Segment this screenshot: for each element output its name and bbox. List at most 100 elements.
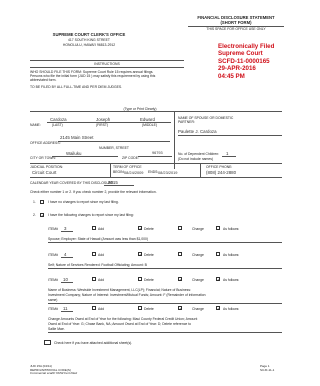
ends-value[interactable]: 08/23/2019 — [158, 170, 177, 175]
add-checkbox[interactable] — [92, 226, 96, 230]
as-follows-label: As follows: — [223, 252, 240, 257]
delete-checkbox[interactable]: ✓ — [138, 252, 142, 257]
add-checkbox[interactable] — [92, 306, 96, 310]
item-detail-line-2: Investment Company; Nature of Interest: … — [48, 293, 206, 297]
begin-value[interactable]: 08/24/2009 — [124, 170, 143, 175]
item-label: ITEM# — [48, 226, 58, 231]
stamp-line-4: 29-APR-2016 — [218, 65, 256, 73]
change-checkbox[interactable]: ✓ — [178, 306, 182, 311]
office-use-note: THIS SPACE FOR OFFICE USE ONLY — [206, 26, 266, 31]
zip-label: ZIP CODE: — [122, 156, 139, 160]
item-detail-line-2: Owed at End of Year: G; Chase Bank, NA; … — [48, 322, 192, 326]
change-checkbox[interactable] — [178, 226, 182, 230]
judicial-position-label: JUDICIAL POSITION: — [30, 165, 64, 169]
add-label: Add — [98, 252, 105, 257]
spouse-underline — [178, 135, 282, 136]
item-label: ITEM# — [48, 252, 58, 257]
delete-checkbox[interactable]: ✓ — [138, 226, 142, 231]
calendar-year-underline — [104, 185, 134, 186]
as-follows-checkbox[interactable] — [216, 252, 220, 256]
item-detail-line-3: same) — [48, 298, 58, 302]
item-detail-line-3: Sallie Mae. — [48, 327, 65, 331]
delete-label: Delete — [144, 252, 154, 257]
calendar-year-value[interactable]: 2015 — [108, 180, 118, 185]
middle-name-value[interactable]: Edward — [140, 117, 155, 122]
ends-label: ENDS: — [148, 170, 159, 174]
position-rule-top — [30, 163, 282, 164]
item-detail-line-1: Spouse; Employer: State of Hawaii (Amoun… — [48, 237, 149, 241]
option-2-number: 2. — [33, 213, 36, 217]
as-follows-checkbox[interactable]: ✓ — [216, 306, 220, 311]
electronic-filing-stamp: Electronically Filed Supreme Court SCFD-… — [218, 43, 274, 80]
as-follows-label: As follows: — [223, 277, 240, 282]
address-line-1: 417 SOUTH KING STREET — [67, 38, 110, 42]
first-label: (FIRST) — [96, 123, 109, 127]
address-underline — [58, 140, 170, 142]
item-block-3: ITEM# 3 Add ✓ Delete Change As follows: … — [0, 226, 298, 250]
first-name-value[interactable]: Joseph — [96, 117, 110, 122]
option-1-number: 1. — [33, 200, 36, 204]
as-follows-label: As follows: — [223, 306, 240, 311]
position-divider-2 — [200, 163, 201, 177]
number-street-label: NUMBER, STREET — [99, 146, 129, 150]
dependents-note: (Do not include names) — [178, 157, 214, 161]
item-detail-rule — [48, 267, 282, 269]
personal-divider — [174, 111, 175, 169]
middle-label: (MIDDLE) — [142, 123, 158, 127]
office-title: SUPREME COURT CLERK'S OFFICE — [52, 32, 126, 37]
choice-instruction: Check either number 1 or 2. If you check… — [30, 190, 157, 194]
address-value[interactable]: 2145 Main Street — [60, 135, 93, 140]
additional-sheets-label: Check here if you have attached addition… — [54, 341, 133, 345]
add-checkbox[interactable] — [92, 252, 96, 256]
item-detail-line-1: Name of Business: Westside Investment Ma… — [48, 288, 191, 292]
zip-underline — [138, 156, 172, 157]
change-label: Change — [192, 226, 204, 231]
stamp-line-5: 04:45 PM — [218, 72, 245, 80]
position-value[interactable]: Circuit Court — [32, 170, 56, 175]
address-line-2: HONOLULU, HAWAI'I 96813-2912 — [62, 42, 116, 47]
stamp-line-1: Electronically Filed — [218, 43, 275, 50]
filing-requirement: TO BE FILED BY ALL FULL-TIME AND PER DIE… — [30, 84, 123, 89]
personal-rule-top — [30, 111, 282, 112]
item-detail-rule — [48, 331, 282, 333]
term-label: TERM OF OFFICE — [113, 165, 142, 169]
as-follows-checkbox[interactable] — [216, 226, 220, 230]
footer-page-code: SCJF-11-1 — [260, 367, 275, 372]
option-1-label: I have no changes to report since my las… — [48, 200, 119, 204]
position-divider-1 — [110, 163, 111, 177]
change-label: Change — [192, 252, 204, 257]
footer-cert-note: Commercial scaFF ONW.Cert Filed — [30, 371, 78, 376]
item-number-underline — [61, 281, 73, 283]
add-checkbox[interactable] — [92, 277, 96, 281]
item-detail-line-1: Change Amounts Owed at End of Year for t… — [48, 317, 198, 321]
delete-checkbox[interactable] — [138, 306, 142, 310]
spouse-value[interactable]: Paulette J. Cardoza — [178, 129, 217, 134]
last-label: (LAST) — [52, 123, 63, 127]
item-label: ITEM# — [48, 306, 58, 311]
change-label: Change — [192, 306, 204, 311]
item-detail-line-1: Self; Nature of Services Rendered: Footb… — [48, 263, 147, 267]
option-2-checkbox[interactable]: ✓ — [40, 212, 44, 217]
item-label: ITEM# — [48, 277, 58, 282]
form-subtitle: (SHORT FORM) — [220, 20, 252, 25]
as-follows-label: As follows: — [223, 226, 240, 231]
change-checkbox[interactable] — [178, 252, 182, 256]
add-label: Add — [98, 306, 105, 311]
option-1-checkbox[interactable] — [40, 199, 44, 204]
instructions-heading: INSTRUCTIONS — [94, 61, 120, 66]
spouse-label-2: PARTNER: — [178, 120, 195, 124]
begin-label: BEGIN: — [113, 170, 125, 174]
city-underline — [52, 156, 118, 157]
delete-checkbox[interactable] — [138, 277, 142, 281]
item-number-underline — [61, 256, 73, 258]
stamp-line-3: SCFD-11-0000165 — [218, 57, 270, 65]
additional-sheets-checkbox[interactable] — [44, 340, 51, 345]
office-phone-label: OFFICE PHONE: — [206, 165, 233, 169]
name-label: NAME: — [30, 123, 41, 127]
change-checkbox[interactable]: ✓ — [178, 277, 182, 282]
position-rule-bottom — [30, 177, 282, 178]
phone-value[interactable]: (808) 244-2880 — [206, 170, 236, 175]
last-name-value[interactable]: Cardoza — [50, 117, 67, 122]
as-follows-checkbox[interactable]: ✓ — [216, 277, 220, 282]
item-number-underline — [61, 310, 73, 312]
